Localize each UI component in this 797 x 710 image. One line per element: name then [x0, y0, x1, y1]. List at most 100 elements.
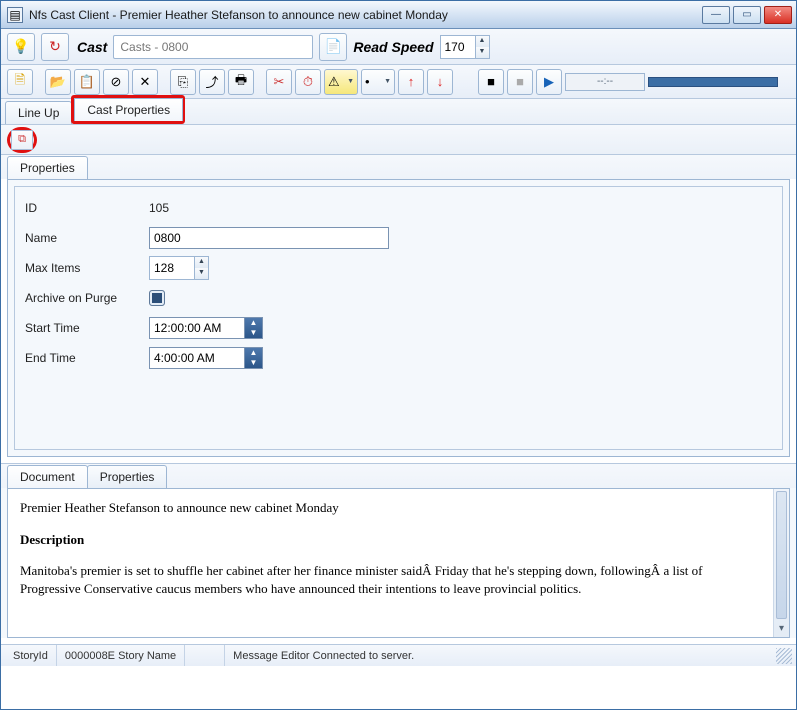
arrow-down-icon: ↓: [437, 74, 444, 89]
maxitems-up[interactable]: ▲: [194, 257, 208, 268]
paste-icon: 📋: [79, 74, 95, 90]
readspeed-input[interactable]: [441, 36, 475, 58]
endtime-label: End Time: [25, 351, 149, 365]
toolbar: 🗎 📂 📋 ⊘ ✕ ⎘ ⤴ 🖶 ✂ ⏱ ⚠▼ •▼ ↑ ↓ ■ ■ ▶ --:-…: [1, 65, 796, 99]
app-icon: ▤: [7, 7, 23, 23]
duplicate-button[interactable]: ⧉: [11, 130, 33, 150]
moveup-button[interactable]: ↑: [398, 69, 424, 95]
doc-title: Premier Heather Stefanson to announce ne…: [20, 499, 761, 517]
print-button[interactable]: 🖶: [228, 69, 254, 95]
document-tabstrip: Document Properties: [1, 464, 796, 488]
maxitems-spinner[interactable]: ▲▼: [149, 256, 209, 280]
tab-document[interactable]: Document: [7, 465, 88, 488]
page-button[interactable]: 📄: [319, 33, 347, 61]
tab-lineup[interactable]: Line Up: [5, 101, 72, 124]
paste-button[interactable]: 📋: [74, 69, 100, 95]
maxitems-label: Max Items: [25, 261, 149, 275]
status-message: Message Editor Connected to server.: [225, 645, 422, 666]
tab-doc-properties[interactable]: Properties: [87, 465, 168, 488]
archive-checkbox[interactable]: [149, 290, 165, 306]
export-button[interactable]: ⤴: [199, 69, 225, 95]
tab-cast-properties[interactable]: Cast Properties: [74, 98, 183, 121]
document-section: Document Properties Premier Heather Stef…: [1, 463, 796, 638]
delete-button[interactable]: ✕: [132, 69, 158, 95]
archive-label: Archive on Purge: [25, 291, 149, 305]
status-storyname-label: Story Name: [118, 650, 176, 662]
readspeed-label: Read Speed: [353, 39, 433, 55]
stop-button[interactable]: ■: [478, 69, 504, 95]
readspeed-down[interactable]: ▼: [475, 47, 489, 58]
delete-icon: ✕: [140, 74, 151, 90]
minimize-button[interactable]: —: [702, 6, 730, 24]
media-progress[interactable]: [648, 77, 778, 87]
endtime-down[interactable]: ▼: [245, 358, 262, 368]
warning-dropdown[interactable]: ⚠▼: [324, 69, 358, 95]
starttime-up[interactable]: ▲: [245, 318, 262, 328]
new-button[interactable]: 🗎: [7, 69, 33, 95]
play-icon: ▶: [544, 74, 554, 90]
window-title: Nfs Cast Client - Premier Heather Stefan…: [29, 8, 702, 22]
endtime-up[interactable]: ▲: [245, 348, 262, 358]
doc-description-header: Description: [20, 531, 761, 549]
bulb-icon: 💡: [12, 38, 29, 55]
status-storyid-value: 0000008E: [65, 650, 115, 662]
name-input[interactable]: [149, 227, 389, 249]
status-bar: StoryId 0000008E Story Name Message Edit…: [1, 644, 796, 666]
maximize-button[interactable]: ▭: [733, 6, 761, 24]
dot-icon: •: [365, 74, 370, 89]
close-button[interactable]: ✕: [764, 6, 792, 24]
highlight-castprops-tab: Cast Properties: [71, 95, 185, 124]
marker-dropdown[interactable]: •▼: [361, 69, 395, 95]
open-icon: 📂: [50, 74, 66, 90]
highlight-duplicate-button: ⧉: [7, 127, 37, 153]
cast-label: Cast: [77, 39, 107, 55]
media-time: --:--: [565, 73, 645, 91]
properties-panel: ID 105 Name Max Items ▲▼ Archive on Purg…: [7, 179, 790, 457]
copy-button[interactable]: ⎘: [170, 69, 196, 95]
starttime-input[interactable]: [149, 317, 245, 339]
print-icon: 🖶: [235, 71, 247, 93]
page-icon: 📄: [325, 38, 342, 55]
arrow-up-icon: ↑: [408, 74, 415, 89]
starttime-down[interactable]: ▼: [245, 328, 262, 338]
clock-icon: ⏱: [303, 74, 313, 90]
open-button[interactable]: 📂: [45, 69, 71, 95]
disable-icon: ⊘: [111, 74, 122, 90]
maxitems-input[interactable]: [150, 257, 194, 279]
top-controls: 💡 ↻ Cast 📄 Read Speed ▲▼: [1, 29, 796, 65]
media-controls: ■ ■ ▶ --:--: [478, 69, 778, 95]
maxitems-down[interactable]: ▼: [194, 268, 208, 279]
cast-selector[interactable]: [113, 35, 313, 59]
duplicate-icon: ⧉: [18, 133, 26, 146]
properties-tabstrip: Properties: [1, 155, 796, 179]
document-panel: Premier Heather Stefanson to announce ne…: [7, 488, 790, 638]
properties-form: ID 105 Name Max Items ▲▼ Archive on Purg…: [14, 186, 783, 450]
refresh-button[interactable]: ↻: [41, 33, 69, 61]
play-button[interactable]: ▶: [536, 69, 562, 95]
endtime-input[interactable]: [149, 347, 245, 369]
doc-body: Manitoba's premier is set to shuffle her…: [20, 562, 761, 597]
starttime-label: Start Time: [25, 321, 149, 335]
id-value: 105: [149, 201, 169, 215]
bulb-button[interactable]: 💡: [7, 33, 35, 61]
id-label: ID: [25, 201, 149, 215]
movedown-button[interactable]: ↓: [427, 69, 453, 95]
titlebar: ▤ Nfs Cast Client - Premier Heather Stef…: [1, 1, 796, 29]
cut-button[interactable]: ✂: [266, 69, 292, 95]
readspeed-spinner[interactable]: ▲▼: [440, 35, 490, 59]
resize-grip[interactable]: [776, 648, 792, 664]
readspeed-up[interactable]: ▲: [475, 36, 489, 47]
stop-icon: ■: [487, 74, 495, 89]
status-storyid-label: StoryId: [5, 645, 57, 666]
disable-button[interactable]: ⊘: [103, 69, 129, 95]
castprops-toolbar: ⧉: [1, 125, 796, 155]
new-icon: 🗎: [15, 71, 25, 93]
main-tabstrip: Line Up Cast Properties: [1, 99, 796, 125]
record-button[interactable]: ■: [507, 69, 533, 95]
timer-button[interactable]: ⏱: [295, 69, 321, 95]
tab-properties[interactable]: Properties: [7, 156, 88, 179]
document-content[interactable]: Premier Heather Stefanson to announce ne…: [8, 489, 773, 637]
document-scrollbar[interactable]: [773, 489, 789, 637]
refresh-icon: ↻: [49, 38, 61, 55]
copy-icon: ⎘: [178, 74, 188, 90]
